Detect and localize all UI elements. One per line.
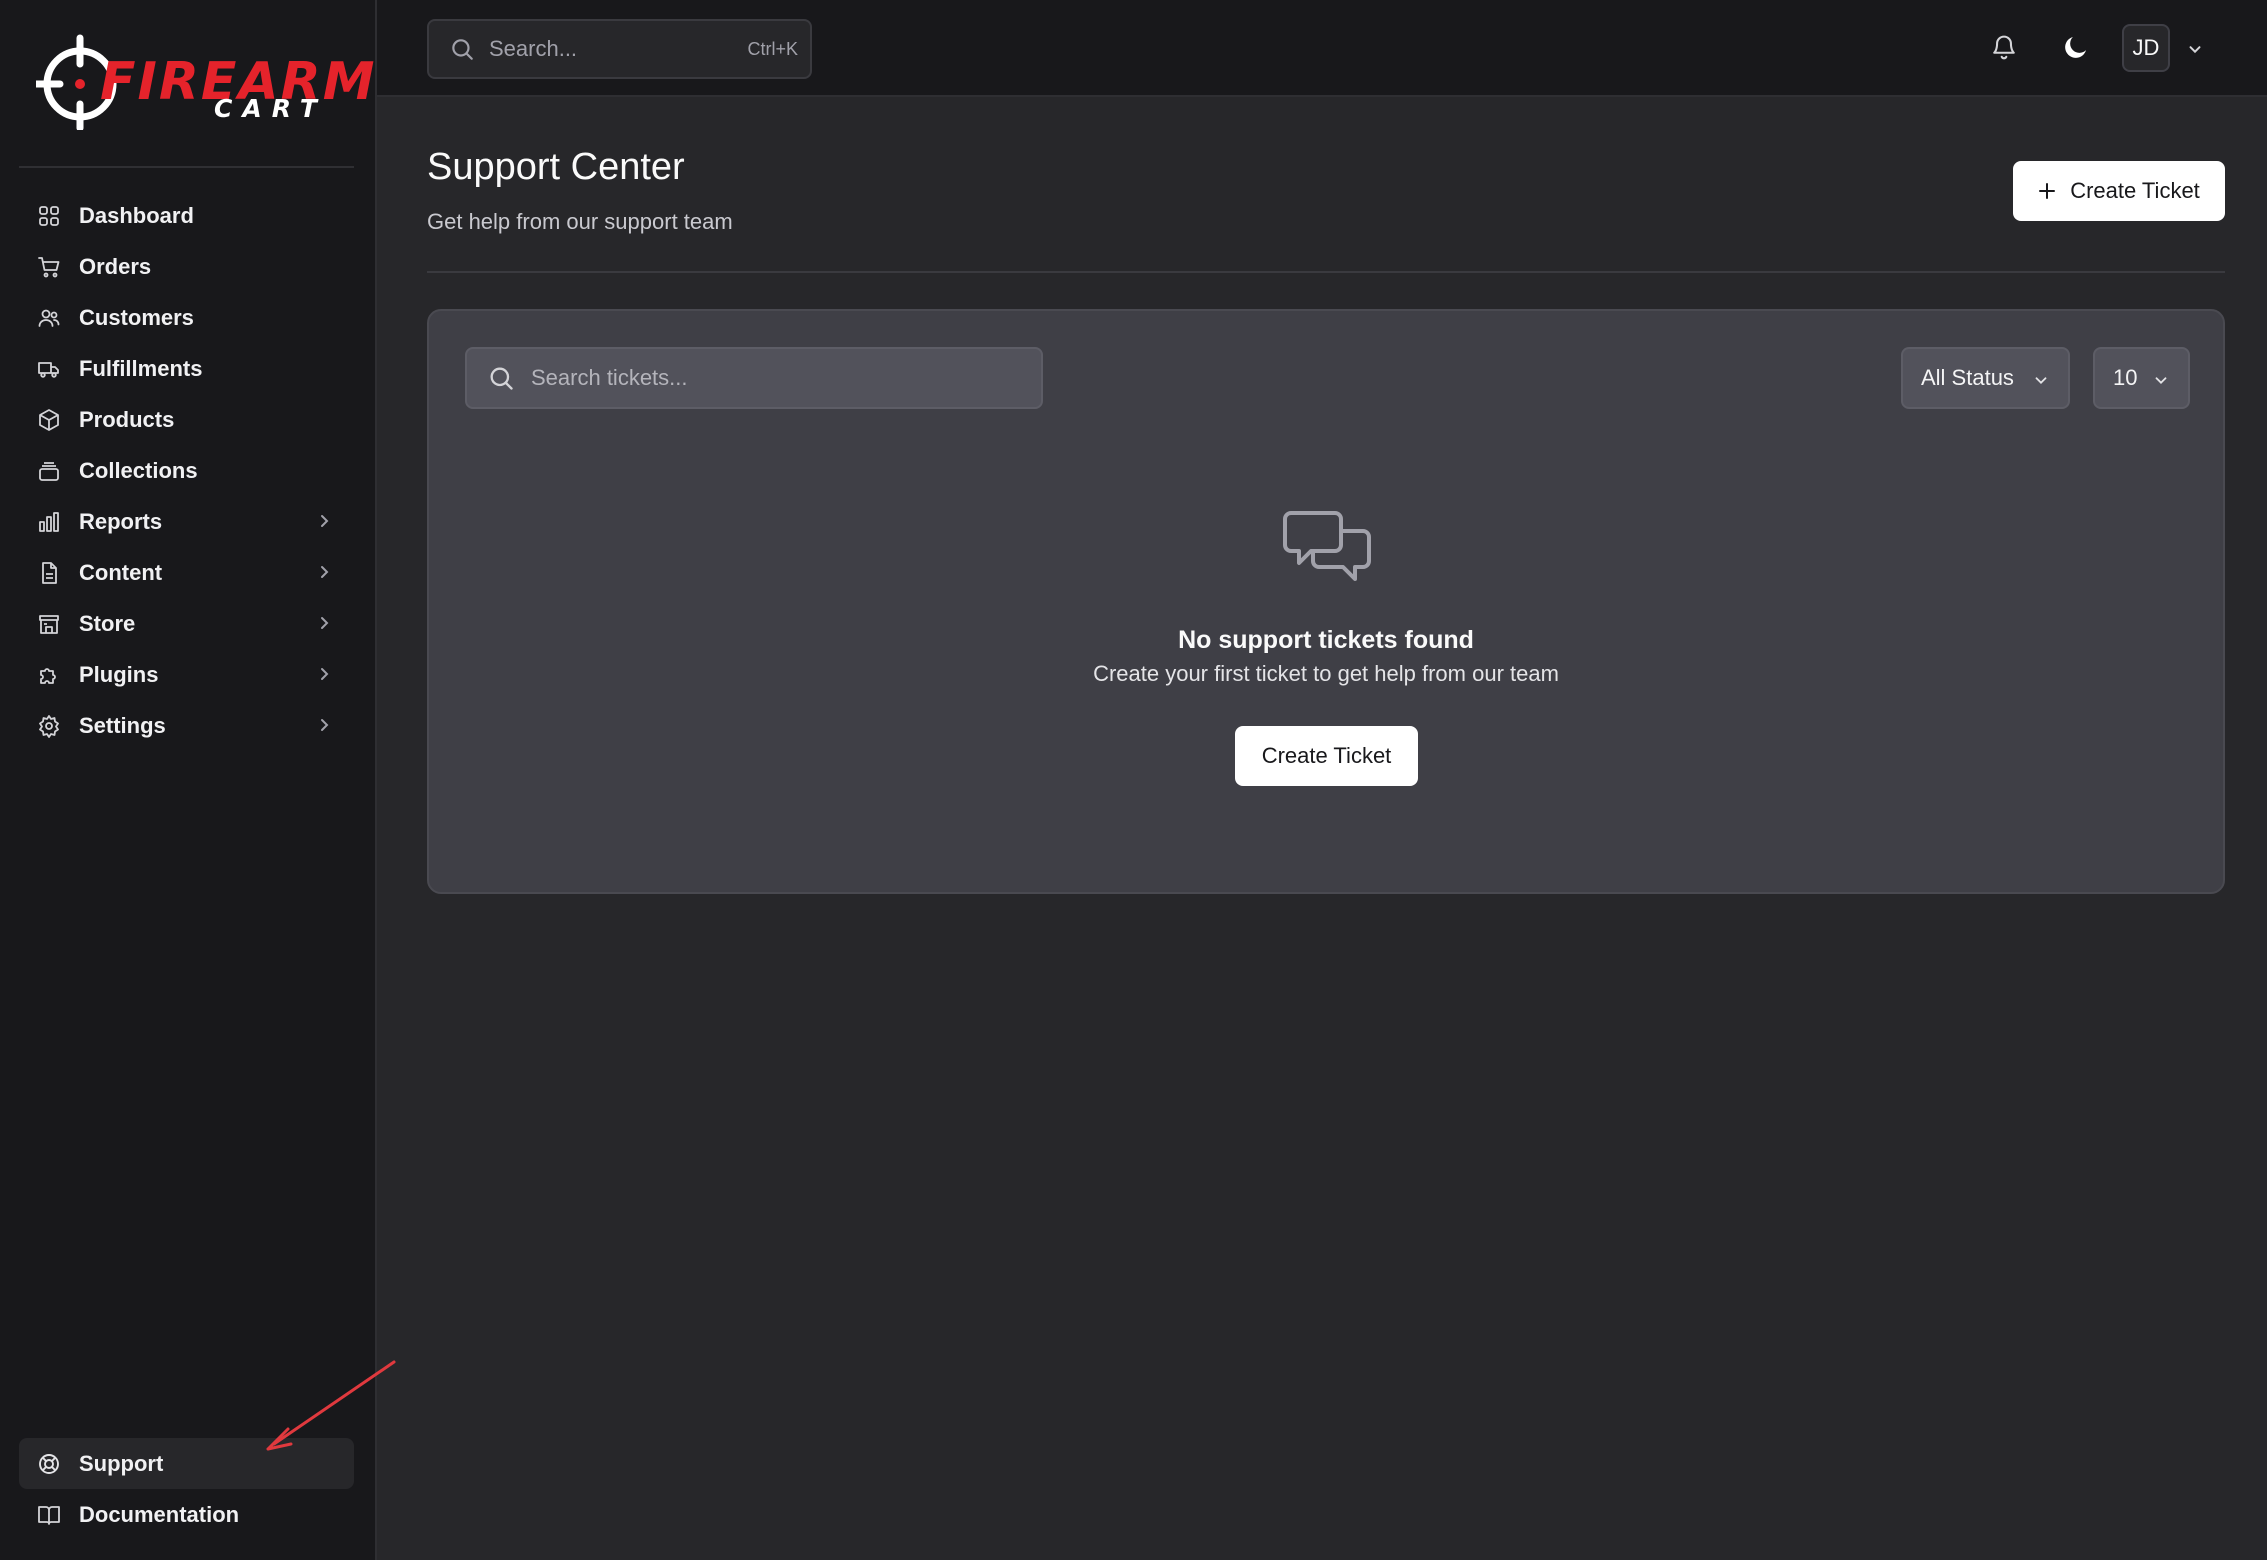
chevron-down-icon[interactable] bbox=[2186, 40, 2204, 58]
file-icon bbox=[42, 561, 57, 584]
page-title: Support Center bbox=[427, 146, 685, 188]
sidebar-item-orders[interactable]: Orders bbox=[19, 241, 354, 292]
sidebar-item-label: Collections bbox=[79, 457, 198, 483]
sidebar-item-label: Documentation bbox=[79, 1501, 240, 1527]
global-search-placeholder: Search... bbox=[489, 36, 578, 61]
empty-state-title: No support tickets found bbox=[1178, 626, 1474, 654]
sidebar-item-settings[interactable]: Settings bbox=[19, 700, 354, 751]
sidebar-item-customers[interactable]: Customers bbox=[19, 292, 354, 343]
brand-name-line2: CART bbox=[214, 94, 327, 123]
sidebar-item-label: Fulfillments bbox=[79, 355, 203, 381]
layers-icon bbox=[39, 461, 59, 481]
bar-chart-icon bbox=[39, 511, 59, 532]
sidebar-item-content[interactable]: Content bbox=[19, 547, 354, 598]
sidebar-item-fulfillments[interactable]: Fulfillments bbox=[19, 343, 354, 394]
empty-state-description: Create your first ticket to get help fro… bbox=[1093, 661, 1559, 686]
search-shortcut-hint: Ctrl+K bbox=[747, 38, 798, 59]
search-icon bbox=[452, 39, 473, 60]
chevron-right-icon bbox=[321, 515, 329, 527]
sidebar-item-label: Orders bbox=[79, 253, 152, 279]
sidebar-item-dashboard[interactable]: Dashboard bbox=[19, 190, 354, 241]
sidebar-item-collections[interactable]: Collections bbox=[19, 445, 354, 496]
moon-icon[interactable] bbox=[2061, 32, 2091, 62]
chat-bubbles-icon bbox=[1283, 511, 1371, 581]
sidebar-item-label: Plugins bbox=[79, 661, 159, 687]
sidebar-item-label: Content bbox=[79, 559, 163, 585]
ticket-search-field[interactable] bbox=[465, 347, 1043, 409]
sidebar-item-documentation[interactable]: Documentation bbox=[19, 1489, 354, 1540]
lifebuoy-icon bbox=[39, 1453, 59, 1474]
brand-logo[interactable]: FIREARM CART bbox=[36, 34, 374, 130]
sidebar-item-plugins[interactable]: Plugins bbox=[19, 649, 354, 700]
chevron-right-icon bbox=[321, 668, 329, 680]
truck-icon bbox=[38, 361, 59, 378]
global-search-input[interactable]: Search... Ctrl+K bbox=[427, 19, 812, 79]
search-icon bbox=[490, 367, 513, 390]
chevron-down-icon bbox=[2155, 377, 2167, 384]
chevron-right-icon bbox=[321, 617, 329, 629]
status-filter-select[interactable]: All Status bbox=[1901, 347, 2070, 409]
sidebar-item-label: Customers bbox=[79, 304, 194, 330]
puzzle-icon bbox=[40, 667, 56, 684]
annotation-arrow-icon bbox=[266, 1360, 396, 1451]
cart-icon bbox=[38, 256, 60, 277]
chevron-right-icon bbox=[321, 719, 329, 731]
sidebar-item-products[interactable]: Products bbox=[19, 394, 354, 445]
sidebar-item-label: Settings bbox=[79, 712, 166, 738]
per-page-select[interactable]: 10 bbox=[2093, 347, 2190, 409]
tickets-card: All Status 10 No support tickets found C… bbox=[427, 309, 2225, 894]
sidebar-item-label: Store bbox=[79, 610, 136, 636]
chevron-right-icon bbox=[321, 566, 329, 578]
empty-create-ticket-button[interactable]: Create Ticket bbox=[1235, 726, 1418, 786]
per-page-value: 10 bbox=[2113, 365, 2138, 390]
sidebar-item-label: Reports bbox=[79, 508, 163, 534]
user-avatar[interactable]: JD bbox=[2122, 24, 2170, 72]
create-ticket-button[interactable]: Create Ticket bbox=[2013, 161, 2225, 221]
topbar: Search... Ctrl+K JD bbox=[377, 0, 2267, 97]
users-icon bbox=[38, 309, 60, 327]
sidebar-item-label: Support bbox=[79, 1450, 164, 1476]
sidebar: FIREARM CART Dashboard Orders Customers bbox=[0, 0, 377, 1560]
sidebar-divider bbox=[19, 166, 354, 168]
bell-icon[interactable] bbox=[1990, 32, 2018, 62]
header-divider bbox=[427, 271, 2225, 273]
create-ticket-label: Create Ticket bbox=[2070, 178, 2200, 203]
sidebar-item-reports[interactable]: Reports bbox=[19, 496, 354, 547]
ticket-search-input[interactable] bbox=[529, 364, 1013, 392]
sidebar-nav: Dashboard Orders Customers Fulfillments bbox=[19, 190, 354, 751]
dashboard-grid-icon bbox=[39, 205, 59, 226]
store-icon bbox=[39, 614, 59, 634]
chevron-down-icon bbox=[2035, 377, 2047, 384]
sidebar-item-label: Products bbox=[79, 406, 175, 432]
status-filter-value: All Status bbox=[1921, 365, 2014, 390]
book-icon bbox=[38, 1505, 60, 1525]
sidebar-item-label: Dashboard bbox=[79, 202, 194, 228]
page-subtitle: Get help from our support team bbox=[427, 209, 733, 234]
box-icon bbox=[39, 408, 59, 431]
plus-icon bbox=[2039, 183, 2056, 199]
gear-icon bbox=[39, 714, 59, 738]
sidebar-item-store[interactable]: Store bbox=[19, 598, 354, 649]
